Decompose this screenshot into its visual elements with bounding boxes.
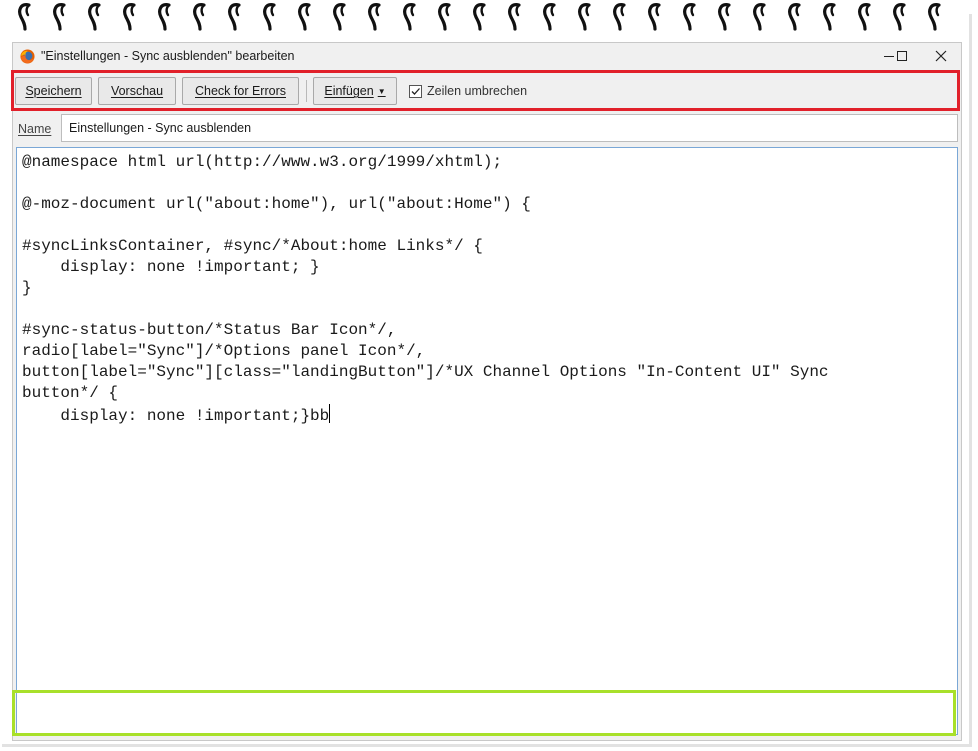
spiral-ring bbox=[18, 3, 31, 31]
spiral-ring bbox=[788, 3, 801, 31]
spiral-ring bbox=[158, 3, 171, 31]
spiral-ring bbox=[648, 3, 661, 31]
code-text[interactable]: @namespace html url(http://www.w3.org/19… bbox=[22, 152, 952, 427]
spiral-ring bbox=[88, 3, 101, 31]
code-content: @namespace html url(http://www.w3.org/19… bbox=[22, 153, 829, 425]
wrap-lines-label[interactable]: Zeilen umbrechen bbox=[427, 84, 527, 98]
maximize-icon bbox=[897, 51, 907, 61]
spiral-ring bbox=[403, 3, 416, 31]
toolbar-separator bbox=[306, 80, 307, 102]
spiral-ring bbox=[263, 3, 276, 31]
spiral-ring bbox=[613, 3, 626, 31]
spiral-ring bbox=[473, 3, 486, 31]
spiral-ring bbox=[508, 3, 521, 31]
spiral-ring bbox=[228, 3, 241, 31]
wrap-lines-checkbox[interactable] bbox=[409, 85, 422, 98]
preview-button[interactable]: Vorschau bbox=[98, 77, 176, 105]
close-icon bbox=[935, 50, 947, 62]
spiral-ring bbox=[718, 3, 731, 31]
spiral-ring bbox=[683, 3, 696, 31]
insert-label: Einfügen bbox=[324, 84, 374, 98]
spiral-ring bbox=[368, 3, 381, 31]
spiral-ring bbox=[928, 3, 941, 31]
insert-dropdown-button[interactable]: Einfügen ▼ bbox=[313, 77, 397, 105]
close-button[interactable] bbox=[921, 43, 961, 69]
spiral-ring bbox=[858, 3, 871, 31]
window-title: "Einstellungen - Sync ausblenden" bearbe… bbox=[41, 49, 295, 63]
name-label: Name bbox=[18, 122, 52, 136]
spiral-ring bbox=[298, 3, 311, 31]
spiral-ring bbox=[823, 3, 836, 31]
text-cursor bbox=[329, 404, 331, 423]
spiral-ring bbox=[578, 3, 591, 31]
maximize-button[interactable] bbox=[882, 43, 922, 69]
spiral-ring bbox=[53, 3, 66, 31]
name-input[interactable]: Einstellungen - Sync ausblenden bbox=[61, 114, 958, 142]
spiral-ring bbox=[333, 3, 346, 31]
spiral-ring bbox=[543, 3, 556, 31]
title-bar[interactable]: "Einstellungen - Sync ausblenden" bearbe… bbox=[13, 43, 961, 71]
caret-down-icon: ▼ bbox=[377, 86, 386, 96]
checkmark-icon bbox=[411, 88, 420, 95]
spiral-ring bbox=[438, 3, 451, 31]
spiral-ring bbox=[123, 3, 136, 31]
spiral-ring bbox=[753, 3, 766, 31]
firefox-icon bbox=[20, 49, 35, 64]
notebook-spiral bbox=[0, 0, 978, 34]
check-errors-button[interactable]: Check for Errors bbox=[182, 77, 299, 105]
save-button[interactable]: Speichern bbox=[15, 77, 92, 105]
spiral-ring bbox=[193, 3, 206, 31]
code-editor[interactable]: @namespace html url(http://www.w3.org/19… bbox=[16, 147, 958, 735]
editor-window: "Einstellungen - Sync ausblenden" bearbe… bbox=[11, 42, 962, 741]
spiral-ring bbox=[893, 3, 906, 31]
